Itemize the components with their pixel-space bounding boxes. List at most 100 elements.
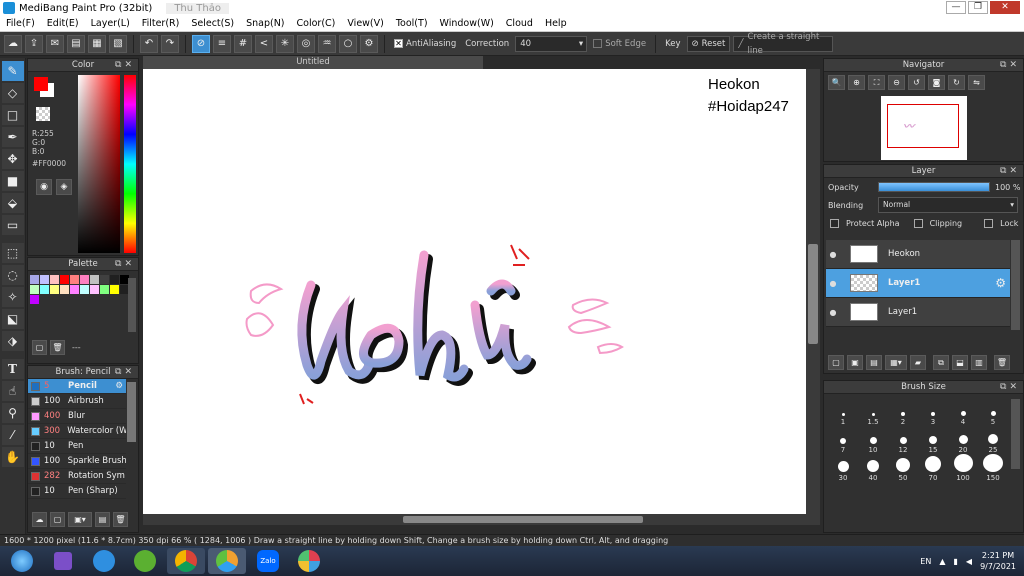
brush-size-cell[interactable]: 12 <box>888 426 918 454</box>
transparent-swatch[interactable] <box>36 107 50 121</box>
palette-swatch[interactable] <box>90 285 99 294</box>
internet-explorer-icon[interactable] <box>85 548 123 574</box>
hand-tool-icon[interactable]: ✋ <box>1 447 24 467</box>
clock[interactable]: 2:21 PM 9/7/2021 <box>980 550 1016 572</box>
palette-swatch[interactable] <box>60 285 69 294</box>
bucket-tool-icon[interactable]: ⬙ <box>1 193 24 213</box>
brush-item[interactable]: 5 Pencil ⚙ <box>28 379 126 394</box>
brush-item[interactable]: 100 Sparkle Brush <box>28 454 126 469</box>
add-brush-icon[interactable]: ▣▾ <box>68 512 92 527</box>
palette-swatch[interactable] <box>40 275 49 284</box>
layer-scrollbar[interactable] <box>1011 240 1020 330</box>
zoom-in-icon[interactable]: ⊕ <box>848 75 865 90</box>
menu-snap[interactable]: Snap(N) <box>240 18 290 29</box>
brush-size-cell[interactable]: 40 <box>858 454 888 482</box>
palette-swatch[interactable] <box>50 275 59 284</box>
eraser-tool-icon[interactable]: ◇ <box>1 83 24 103</box>
minimize-button[interactable]: — <box>946 1 966 14</box>
brush-cloud-icon[interactable]: ☁ <box>32 512 47 527</box>
canvas[interactable]: Heokon #Hoidap247 <box>143 69 806 514</box>
brush-size-cell[interactable]: 5 <box>978 398 1008 426</box>
brush-size-cell[interactable]: 15 <box>918 426 948 454</box>
curve-snap-icon[interactable]: ♒ <box>318 34 336 53</box>
hue-slider[interactable] <box>124 75 136 253</box>
palette-swatch[interactable] <box>90 275 99 284</box>
brush-size-cell[interactable]: 3 <box>918 398 948 426</box>
vanish-snap-icon[interactable]: < <box>255 34 273 53</box>
layer-row[interactable]: ● Layer1 <box>826 298 1010 327</box>
circle-snap-icon[interactable]: ◎ <box>297 34 315 53</box>
palette-swatch[interactable] <box>60 275 69 284</box>
color-sv-picker[interactable] <box>78 75 120 253</box>
brush-size-cell[interactable]: 25 <box>978 426 1008 454</box>
dropper-tool-icon[interactable]: ⁄ <box>1 425 24 445</box>
gradient-tool-icon[interactable]: ▭ <box>1 215 24 235</box>
antialiasing-toggle[interactable]: ✕ AntiAliasing <box>391 38 459 49</box>
soft-edge-toggle[interactable]: Soft Edge <box>590 38 649 49</box>
select-pen-tool-icon[interactable]: ⬕ <box>1 309 24 329</box>
visibility-eye-icon[interactable]: ● <box>826 279 840 288</box>
grid-doc-icon[interactable]: ▧ <box>109 34 127 53</box>
brush-size-cell[interactable]: 30 <box>828 454 858 482</box>
layer-row[interactable]: ● Heokon <box>826 240 1010 269</box>
new-halftone-layer-icon[interactable]: ▤ <box>866 355 882 370</box>
brush-size-cell[interactable]: 2 <box>888 398 918 426</box>
pen-tool-icon[interactable]: ✒ <box>1 127 24 147</box>
navigator-viewport-box[interactable] <box>887 104 959 148</box>
brush-size-cell[interactable]: 4 <box>948 398 978 426</box>
layer-row[interactable]: ● Layer1 ⚙ <box>826 269 1010 298</box>
merge-layer-icon[interactable]: ⬓ <box>952 355 968 370</box>
select-tool-icon[interactable]: ⬚ <box>1 243 24 263</box>
canvas-horizontal-scrollbar[interactable] <box>143 514 806 525</box>
opacity-slider[interactable] <box>878 182 990 192</box>
eyedropper-tool-icon[interactable]: ⚲ <box>1 403 24 423</box>
rotate-reset-icon[interactable]: ◙ <box>928 75 945 90</box>
duplicate-layer-icon[interactable]: ⧉ <box>933 355 949 370</box>
menu-tool[interactable]: Tool(T) <box>390 18 434 29</box>
brush-size-cell[interactable]: 1.5 <box>858 398 888 426</box>
menu-edit[interactable]: Edit(E) <box>41 18 85 29</box>
menu-cloud[interactable]: Cloud <box>500 18 539 29</box>
brush-size-cell[interactable]: 20 <box>948 426 978 454</box>
visibility-eye-icon[interactable]: ● <box>826 308 840 317</box>
visibility-eye-icon[interactable]: ● <box>826 250 840 259</box>
soft-edge-checkbox[interactable] <box>593 38 603 48</box>
tab-untitled[interactable]: Untitled <box>143 56 483 69</box>
palette-icon[interactable]: ◉ <box>36 179 52 195</box>
palette-swatch[interactable] <box>100 275 109 284</box>
brush-size-cell[interactable]: 70 <box>918 454 948 482</box>
brush-size-cell[interactable]: 7 <box>828 426 858 454</box>
document-icon[interactable]: ▦ <box>88 34 106 53</box>
start-button[interactable] <box>3 548 41 574</box>
brush-size-cell[interactable]: 50 <box>888 454 918 482</box>
fit-icon[interactable]: ⛶ <box>868 75 885 90</box>
clipping-checkbox[interactable] <box>913 218 923 228</box>
layer-settings-gear-icon[interactable]: ⚙ <box>995 276 1006 290</box>
menu-file[interactable]: File(F) <box>0 18 41 29</box>
brush-settings-icon[interactable]: ▤ <box>95 512 110 527</box>
brush-settings-gear-icon[interactable]: ⚙ <box>115 381 123 391</box>
operation-tool-icon[interactable]: ☝ <box>1 381 24 401</box>
reset-button[interactable]: ⊘ Reset <box>686 35 731 52</box>
delete-layer-icon[interactable]: 🗑 <box>994 355 1010 370</box>
canvas-vertical-scrollbar[interactable] <box>806 69 820 525</box>
straight-line-button[interactable]: ╱ Create a straight line <box>733 32 834 56</box>
chat-icon[interactable]: ▤ <box>67 34 85 53</box>
input-language[interactable]: EN <box>920 557 931 566</box>
vertical-scroll-thumb[interactable] <box>808 244 818 344</box>
redo-icon[interactable]: ↷ <box>161 34 179 53</box>
blending-select[interactable]: Normal ▾ <box>878 197 1018 213</box>
menu-layer[interactable]: Layer(L) <box>85 18 136 29</box>
brush-size-scrollbar[interactable] <box>1011 399 1020 469</box>
brush-size-cell[interactable]: 10 <box>858 426 888 454</box>
palette-swatch[interactable] <box>80 275 89 284</box>
new-swatch-icon[interactable]: ▢ <box>32 340 47 355</box>
visual-studio-icon[interactable] <box>44 548 82 574</box>
brush-size-cell[interactable]: 100 <box>948 454 978 482</box>
rotate-right-icon[interactable]: ↻ <box>948 75 965 90</box>
browser-icon[interactable] <box>208 548 246 574</box>
menu-help[interactable]: Help <box>539 18 573 29</box>
palette-swatch[interactable] <box>80 285 89 294</box>
brush-tool-icon[interactable]: ✎ <box>1 61 24 81</box>
snap-off-icon[interactable]: ⊘ <box>192 34 210 53</box>
